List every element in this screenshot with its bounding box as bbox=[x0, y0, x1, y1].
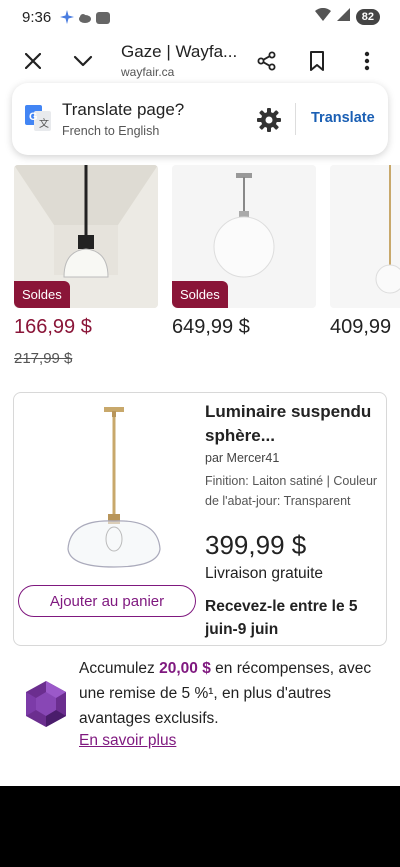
translate-button[interactable]: Translate bbox=[311, 110, 375, 126]
signal-icon bbox=[336, 8, 350, 26]
sparkle-icon bbox=[60, 10, 74, 29]
svg-text:G: G bbox=[29, 111, 38, 123]
wifi-icon bbox=[314, 7, 331, 26]
product-old-price: 217,99 $ bbox=[14, 350, 73, 367]
product-brand: par Mercer41 bbox=[205, 451, 280, 465]
rewards-gem-icon bbox=[24, 680, 68, 728]
page-domain: wayfair.ca bbox=[121, 65, 175, 79]
browser-toolbar: Gaze | Wayfa... wayfair.ca bbox=[0, 34, 400, 88]
product-title[interactable]: Luminaire suspendu sphère... bbox=[205, 400, 380, 448]
shipping-info: Livraison gratuite bbox=[205, 565, 324, 582]
product-image[interactable] bbox=[34, 399, 194, 579]
svg-text:文: 文 bbox=[39, 117, 49, 130]
product-price: 166,99 $ bbox=[14, 316, 92, 338]
learn-more-link[interactable]: En savoir plus bbox=[79, 732, 176, 750]
product-card[interactable]: Soldes 649,99 $ bbox=[172, 165, 316, 338]
battery-level: 82 bbox=[355, 9, 380, 25]
translate-title: Translate page? bbox=[62, 100, 185, 119]
add-to-cart-button[interactable]: Ajouter au panier bbox=[18, 585, 196, 617]
rewards-text-before: Accumulez bbox=[79, 660, 160, 677]
product-card[interactable]: Soldes 166,99 $ 217,99 $ bbox=[14, 165, 158, 367]
google-translate-icon: G 文 bbox=[25, 105, 51, 131]
product-card[interactable]: 409,99 bbox=[330, 165, 400, 338]
gear-icon[interactable] bbox=[256, 107, 282, 133]
divider bbox=[295, 103, 296, 135]
product-image[interactable]: Soldes bbox=[14, 165, 158, 308]
featured-product-card[interactable]: Luminaire suspendu sphère... par Mercer4… bbox=[13, 392, 387, 646]
product-image[interactable]: Soldes bbox=[172, 165, 316, 308]
status-bar: 9:36 82 bbox=[0, 0, 400, 34]
product-price: 649,99 $ bbox=[172, 316, 250, 338]
system-icons: 82 bbox=[314, 7, 380, 26]
navigation-bar bbox=[0, 786, 400, 867]
status-time: 9:36 bbox=[22, 9, 52, 26]
bookmark-icon[interactable] bbox=[300, 44, 334, 78]
notification-icons bbox=[60, 10, 110, 29]
product-price: 399,99 $ bbox=[205, 530, 307, 560]
cloud-icon bbox=[78, 11, 92, 29]
share-icon[interactable] bbox=[250, 44, 284, 78]
rewards-message: Accumulez 20,00 $ en récompenses, avec u… bbox=[79, 656, 389, 731]
chevron-down-icon[interactable] bbox=[66, 44, 100, 78]
translate-languages: French to English bbox=[62, 124, 160, 138]
product-carousel: Soldes 166,99 $ 217,99 $ Soldes 649,99 $ bbox=[0, 165, 400, 375]
product-price: 409,99 bbox=[330, 316, 392, 338]
product-specs: Finition: Laiton satiné | Couleur de l'a… bbox=[205, 474, 378, 508]
page-title: Gaze | Wayfa... bbox=[121, 42, 238, 61]
app-icon bbox=[96, 11, 110, 29]
sale-badge: Soldes bbox=[14, 281, 70, 308]
more-menu-icon[interactable] bbox=[350, 44, 384, 78]
delivery-estimate: Recevez-le entre le 5 juin-9 juin bbox=[205, 598, 358, 638]
rewards-amount: 20,00 $ bbox=[159, 660, 211, 677]
sale-badge: Soldes bbox=[172, 281, 228, 308]
close-icon[interactable] bbox=[16, 44, 50, 78]
product-image[interactable] bbox=[330, 165, 400, 308]
translate-popup: G 文 Translate page? French to English Tr… bbox=[12, 83, 388, 155]
